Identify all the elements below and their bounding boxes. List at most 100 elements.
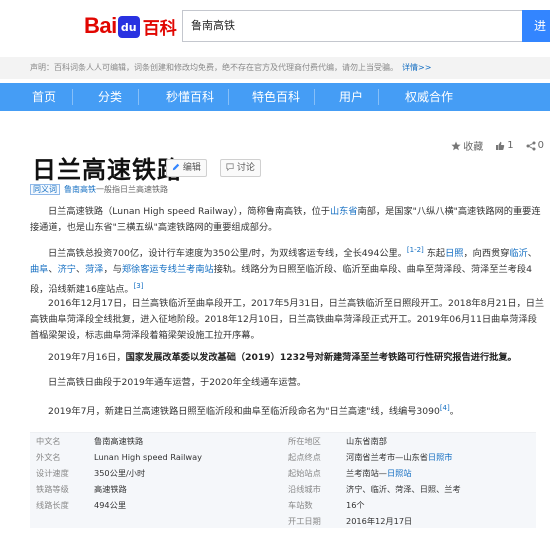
nav-divider xyxy=(72,89,73,105)
link-linyi[interactable]: 临沂 xyxy=(509,248,527,259)
nav-divider xyxy=(138,89,139,105)
search-input[interactable]: 鲁南高铁 xyxy=(182,10,522,42)
text-run: 东起 xyxy=(423,248,446,260)
like-button[interactable]: 1 xyxy=(495,138,514,153)
pencil-icon xyxy=(172,163,180,171)
info-row: 铁路等级 高速铁路 沿线城市 济宁、临沂、菏泽、日照、兰考 xyxy=(30,481,536,497)
nav-item-cooperation[interactable]: 权威合作 xyxy=(405,83,453,111)
info-value: 河南省兰考市—山东省日照市 xyxy=(346,449,452,465)
notice-text: 声明：百科词条人人可编辑，词条创建和修改均免费，绝不存在官方及代理商付费代编，请… xyxy=(30,63,398,72)
page-title: 日兰高速铁路 xyxy=(32,156,182,184)
link-shandong[interactable]: 山东省 xyxy=(330,206,358,217)
polysemy-note: 同义词 鲁南高铁一般指日兰高速铁路 xyxy=(30,184,168,195)
info-row: 中文名 鲁南高速铁路 所在地区 山东省南部 xyxy=(30,433,536,449)
link-zhengxu[interactable]: 郑徐客运专线 xyxy=(122,264,177,275)
top-header: Bai du 百科 鲁南高铁 进 xyxy=(0,0,550,52)
nav-divider xyxy=(378,89,379,105)
synonym-text: 一般指日兰高速铁路 xyxy=(96,185,168,194)
info-key: 设计速度 xyxy=(36,468,69,478)
info-key: 车站数 xyxy=(288,500,313,510)
paragraph-overview: 日兰高铁总投资700亿，设计行车速度为350公里/时，为双线客运专线，全长494… xyxy=(30,242,546,298)
logo-du-paw: du xyxy=(117,16,140,38)
info-row: 开工日期 2016年12月17日 xyxy=(30,513,536,529)
info-table: 中文名 鲁南高速铁路 所在地区 山东省南部 外文名 Lunan High spe… xyxy=(30,432,536,528)
text-run: 、 xyxy=(75,264,86,276)
edit-label: 编辑 xyxy=(182,163,201,173)
info-value: 16个 xyxy=(346,500,365,510)
edit-button[interactable]: 编辑 xyxy=(166,159,207,177)
nav-item-user[interactable]: 用户 xyxy=(339,83,363,111)
citation-3[interactable]: [3] xyxy=(134,282,144,290)
synonym-tag[interactable]: 同义词 xyxy=(30,184,60,195)
info-key: 起点终点 xyxy=(288,452,321,462)
paragraph-intro: 日兰高速铁路（Lunan High speed Railway），简称鲁南高铁，… xyxy=(30,204,546,236)
citation-4[interactable]: [4] xyxy=(440,404,450,412)
text-run: 2019年7月，新建日兰高速铁路日照至临沂段和曲阜至临沂段命名为"日兰高速"线，… xyxy=(48,406,440,418)
info-row: 线路长度 494公里 车站数 16个 xyxy=(30,497,536,513)
chat-icon xyxy=(226,163,234,171)
nav-item-category[interactable]: 分类 xyxy=(98,83,122,111)
link-rizhao[interactable]: 日照 xyxy=(445,248,463,259)
link-heze[interactable]: 菏泽 xyxy=(85,264,103,275)
info-key: 外文名 xyxy=(36,452,61,462)
info-key: 起始站点 xyxy=(288,468,321,478)
share-icon xyxy=(526,141,536,150)
nav-divider xyxy=(314,89,315,105)
main-nav: 首页 分类 秒懂百科 特色百科 用户 权威合作 xyxy=(0,83,550,111)
favorite-button[interactable]: 收藏 xyxy=(451,138,483,153)
nav-item-home[interactable]: 首页 xyxy=(32,83,56,111)
star-icon xyxy=(451,141,461,150)
favorite-label: 收藏 xyxy=(463,142,484,153)
info-value: 山东省南部 xyxy=(346,436,387,446)
article-content: 收藏 1 0 日兰高速铁路 编辑 讨论 同义词 鲁南高铁一般指日兰高速铁路 日兰高… xyxy=(12,124,550,542)
approval-bold-text: 国家发展改革委以发改基础（2019）1232号对新建菏泽至兰考铁路可行性研究报告… xyxy=(125,352,517,363)
baidu-baike-logo[interactable]: Bai du 百科 xyxy=(84,12,177,40)
link-rizhao-station[interactable]: 日照站 xyxy=(387,468,412,478)
info-value: 高速铁路 xyxy=(94,484,127,494)
text-run: 日兰高铁总投资700亿，设计行车速度为350公里/时，为双线客运专线，全长494… xyxy=(48,248,407,260)
discuss-button[interactable]: 讨论 xyxy=(220,159,261,177)
info-key: 中文名 xyxy=(36,436,61,446)
paragraph-operation: 日兰高铁日曲段于2019年通车运营，于2020年全线通车运营。 xyxy=(48,377,307,388)
nav-item-featured[interactable]: 特色百科 xyxy=(252,83,300,111)
info-value: Lunan High speed Railway xyxy=(94,452,202,462)
info-value: 494公里 xyxy=(94,500,127,510)
info-row: 设计速度 350公里/小时 起始站点 兰考南站—日照站 xyxy=(30,465,536,481)
synonym-link[interactable]: 鲁南高铁 xyxy=(64,185,96,194)
article-tools: 收藏 1 0 xyxy=(451,138,544,153)
text-run: ，与 xyxy=(103,264,122,276)
link-qufu[interactable]: 曲阜 xyxy=(30,264,48,275)
info-key: 所在地区 xyxy=(288,436,321,446)
logo-bai-text: Bai xyxy=(84,13,117,38)
link-jining[interactable]: 济宁 xyxy=(58,264,76,275)
logo-baike-text: 百科 xyxy=(142,18,177,39)
text-run: 、 xyxy=(48,264,58,276)
like-count: 1 xyxy=(507,140,514,151)
info-value: 鲁南高速铁路 xyxy=(94,436,144,446)
info-value: 兰考南站—日照站 xyxy=(346,465,412,481)
nav-item-miaodong[interactable]: 秒懂百科 xyxy=(166,83,214,111)
info-key: 开工日期 xyxy=(288,516,321,526)
paragraph-naming: 2019年7月，新建日兰高速铁路日照至临沂段和曲阜至临沂段命名为"日兰高速"线，… xyxy=(30,400,546,420)
info-value: 2016年12月17日 xyxy=(346,516,413,526)
discuss-label: 讨论 xyxy=(236,163,255,173)
info-value: 济宁、临沂、菏泽、日照、兰考 xyxy=(346,484,461,494)
share-count: 0 xyxy=(537,140,544,151)
citation-1-2[interactable]: [1-2] xyxy=(407,246,424,254)
paragraph-approval: 2019年7月16日，国家发展改革委以发改基础（2019）1232号对新建菏泽至… xyxy=(30,350,546,366)
info-key: 沿线城市 xyxy=(288,484,321,494)
info-row: 外文名 Lunan High speed Railway 起点终点 河南省兰考市… xyxy=(30,449,536,465)
nav-divider xyxy=(228,89,229,105)
paragraph-history: 2016年12月17日，日兰高铁临沂至曲阜段开工，2017年5月31日，日兰高铁… xyxy=(30,298,545,341)
search-button[interactable]: 进 xyxy=(522,10,550,42)
share-button[interactable]: 0 xyxy=(526,138,544,153)
link-lankaonan[interactable]: 兰考南站 xyxy=(177,264,214,275)
info-value: 350公里/小时 xyxy=(94,468,146,478)
disclaimer-notice: 声明：百科词条人人可编辑，词条创建和修改均免费，绝不存在官方及代理商付费代编，请… xyxy=(0,57,550,79)
text-run: 河南省兰考市—山东省 xyxy=(346,452,428,462)
link-rizhao-city[interactable]: 日照市 xyxy=(428,452,453,462)
text-run: 日兰高速铁路（Lunan High speed Railway），简称鲁南高铁，… xyxy=(48,206,330,217)
text-run: 兰考南站— xyxy=(346,468,387,478)
notice-more-link[interactable]: 详情>> xyxy=(402,63,431,72)
text-run: 2019年7月16日， xyxy=(48,352,126,363)
